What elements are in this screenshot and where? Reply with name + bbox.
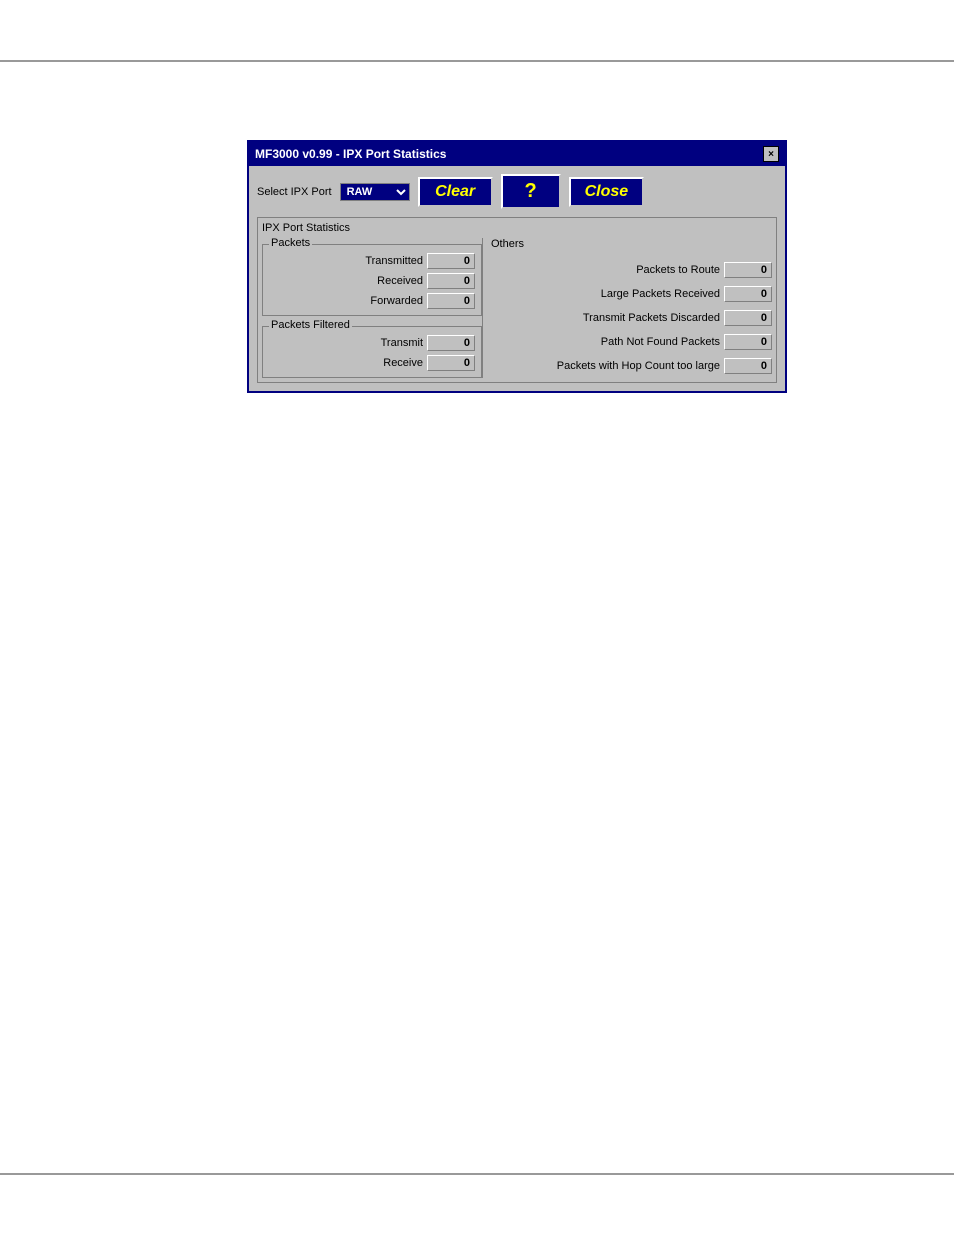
title-close-button[interactable]: × — [763, 146, 779, 162]
transmit-discarded-value: 0 — [724, 310, 772, 326]
transmitted-row: Transmitted 0 — [269, 253, 475, 269]
large-packets-value: 0 — [724, 286, 772, 302]
packets-filtered-group: Packets Filtered Transmit 0 Receive 0 — [262, 326, 482, 378]
large-packets-row: Large Packets Received 0 — [491, 286, 772, 302]
path-not-found-value: 0 — [724, 334, 772, 350]
receive-filtered-row: Receive 0 — [269, 355, 475, 371]
forwarded-label: Forwarded — [269, 295, 423, 307]
right-column: Others Packets to Route 0 Large Packets … — [482, 238, 772, 378]
hop-count-row: Packets with Hop Count too large 0 — [491, 358, 772, 374]
ipx-port-statistics-label: IPX Port Statistics — [262, 222, 772, 234]
received-label: Received — [269, 275, 423, 287]
dialog-body: Select IPX Port RAW Clear ? Close IPX Po… — [249, 166, 785, 391]
large-packets-label: Large Packets Received — [491, 288, 720, 300]
path-not-found-label: Path Not Found Packets — [491, 336, 720, 348]
select-ipx-port-label: Select IPX Port — [257, 186, 332, 198]
stats-outer-box: IPX Port Statistics Packets Transmitted … — [257, 217, 777, 383]
packets-to-route-label: Packets to Route — [491, 264, 720, 276]
top-separator — [0, 60, 954, 62]
received-value: 0 — [427, 273, 475, 289]
packets-filtered-label: Packets Filtered — [269, 319, 352, 331]
dialog-titlebar: MF3000 v0.99 - IPX Port Statistics × — [249, 142, 785, 166]
receive-filtered-label: Receive — [269, 357, 423, 369]
clear-button[interactable]: Clear — [418, 177, 493, 207]
main-dialog: MF3000 v0.99 - IPX Port Statistics × Sel… — [247, 140, 787, 393]
transmit-discarded-label: Transmit Packets Discarded — [491, 312, 720, 324]
close-button[interactable]: Close — [569, 177, 645, 207]
path-not-found-row: Path Not Found Packets 0 — [491, 334, 772, 350]
transmitted-value: 0 — [427, 253, 475, 269]
transmit-filtered-row: Transmit 0 — [269, 335, 475, 351]
receive-filtered-value: 0 — [427, 355, 475, 371]
left-column: Packets Transmitted 0 Received 0 Forward… — [262, 238, 482, 378]
toolbar-row: Select IPX Port RAW Clear ? Close — [257, 174, 777, 209]
transmitted-label: Transmitted — [269, 255, 423, 267]
hop-count-label: Packets with Hop Count too large — [491, 360, 720, 372]
transmit-discarded-row: Transmit Packets Discarded 0 — [491, 310, 772, 326]
dialog-title: MF3000 v0.99 - IPX Port Statistics — [255, 147, 763, 161]
packets-to-route-value: 0 — [724, 262, 772, 278]
bottom-separator — [0, 1173, 954, 1175]
transmit-filtered-label: Transmit — [269, 337, 423, 349]
packets-group: Packets Transmitted 0 Received 0 Forward… — [262, 244, 482, 316]
transmit-filtered-value: 0 — [427, 335, 475, 351]
packets-to-route-row: Packets to Route 0 — [491, 262, 772, 278]
others-label: Others — [491, 238, 772, 250]
packets-group-label: Packets — [269, 237, 312, 249]
forwarded-row: Forwarded 0 — [269, 293, 475, 309]
received-row: Received 0 — [269, 273, 475, 289]
forwarded-value: 0 — [427, 293, 475, 309]
ipx-port-select[interactable]: RAW — [340, 183, 410, 201]
hop-count-value: 0 — [724, 358, 772, 374]
stats-columns: Packets Transmitted 0 Received 0 Forward… — [262, 238, 772, 378]
help-button[interactable]: ? — [501, 174, 561, 209]
